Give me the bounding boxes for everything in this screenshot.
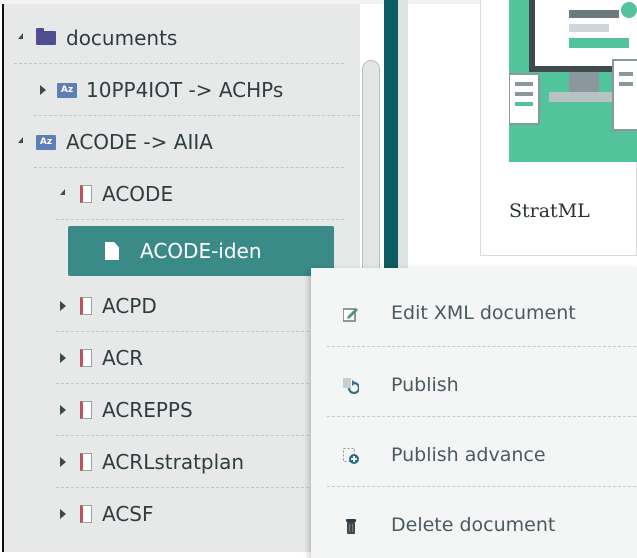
- document-icon: [80, 505, 92, 523]
- document-icon: [80, 297, 92, 315]
- tree-node-acode[interactable]: ACODE: [4, 168, 344, 220]
- file-icon: [105, 242, 119, 260]
- card-illustration: [509, 0, 637, 162]
- menu-item-label: Publish: [391, 374, 459, 396]
- edit-icon: [343, 308, 358, 322]
- card-title: StratML: [509, 200, 590, 222]
- tree-node-label: ACODE: [102, 182, 174, 206]
- tree-node-label: 10PP4IOT -> ACHPs: [86, 78, 284, 102]
- tree-node-acode-aiia[interactable]: Az ACODE -> AIIA: [4, 116, 344, 168]
- expand-toggle-icon[interactable]: [18, 137, 23, 143]
- collapse-toggle-icon[interactable]: [40, 85, 46, 95]
- menu-item-label: Delete document: [391, 514, 556, 536]
- tree-node-acode-iden-selected[interactable]: ACODE-iden: [68, 226, 334, 276]
- tree-node-acpd[interactable]: ACPD: [4, 280, 314, 332]
- tree-node-label: documents: [66, 26, 178, 50]
- document-tree: documents Az 10PP4IOT -> ACHPs Az ACODE …: [2, 4, 360, 552]
- collapse-toggle-icon[interactable]: [60, 353, 66, 363]
- publish-advance-icon: [343, 448, 359, 464]
- document-icon: [80, 401, 92, 419]
- menu-item-label: Edit XML document: [391, 302, 576, 324]
- menu-divider: [327, 486, 637, 487]
- delete-icon: [346, 519, 356, 534]
- az-folder-icon: Az: [57, 83, 77, 98]
- document-icon: [80, 349, 92, 367]
- context-menu: Edit XML document Publish Publish advanc…: [311, 268, 637, 558]
- collapse-toggle-icon[interactable]: [60, 405, 66, 415]
- expand-toggle-icon[interactable]: [18, 33, 23, 39]
- folder-icon: [36, 28, 56, 45]
- collapse-toggle-icon[interactable]: [60, 301, 66, 311]
- document-icon: [80, 453, 92, 471]
- tree-node-label: ACODE-iden: [140, 239, 262, 263]
- menu-divider: [327, 416, 637, 417]
- stratml-card[interactable]: StratML: [480, 0, 637, 256]
- tree-node-label: ACR: [102, 346, 144, 370]
- tree-node-label: ACRLstratplan: [102, 450, 245, 474]
- tree-node-acr[interactable]: ACR: [4, 332, 314, 384]
- az-folder-icon: Az: [36, 135, 56, 150]
- tree-node-label: ACSF: [102, 502, 154, 526]
- tree-node-acsf[interactable]: ACSF: [4, 488, 314, 540]
- tree-node-label: ACODE -> AIIA: [66, 130, 213, 154]
- collapse-toggle-icon[interactable]: [60, 457, 66, 467]
- computer-illustration-icon: [509, 0, 637, 131]
- tree-node-label: ACREPPS: [102, 398, 193, 422]
- tree-node-acrepps[interactable]: ACREPPS: [4, 384, 314, 436]
- menu-item-publish-advance[interactable]: Publish advance: [311, 418, 637, 488]
- menu-item-publish[interactable]: Publish: [311, 348, 637, 418]
- menu-divider: [327, 346, 637, 347]
- menu-item-label: Publish advance: [391, 444, 546, 466]
- document-icon: [80, 185, 92, 203]
- menu-item-delete-document[interactable]: Delete document: [311, 488, 637, 558]
- publish-icon: [343, 378, 359, 394]
- collapse-toggle-icon[interactable]: [60, 509, 66, 519]
- row-divider: [56, 219, 344, 220]
- tree-node-documents[interactable]: documents: [4, 12, 344, 64]
- tree-node-10pp4iot[interactable]: Az 10PP4IOT -> ACHPs: [4, 64, 360, 116]
- tree-node-acrlstratplan[interactable]: ACRLstratplan: [4, 436, 314, 488]
- expand-toggle-icon[interactable]: [60, 189, 65, 195]
- tree-node-label: ACPD: [102, 294, 157, 318]
- menu-item-edit-xml-document[interactable]: Edit XML document: [311, 276, 637, 346]
